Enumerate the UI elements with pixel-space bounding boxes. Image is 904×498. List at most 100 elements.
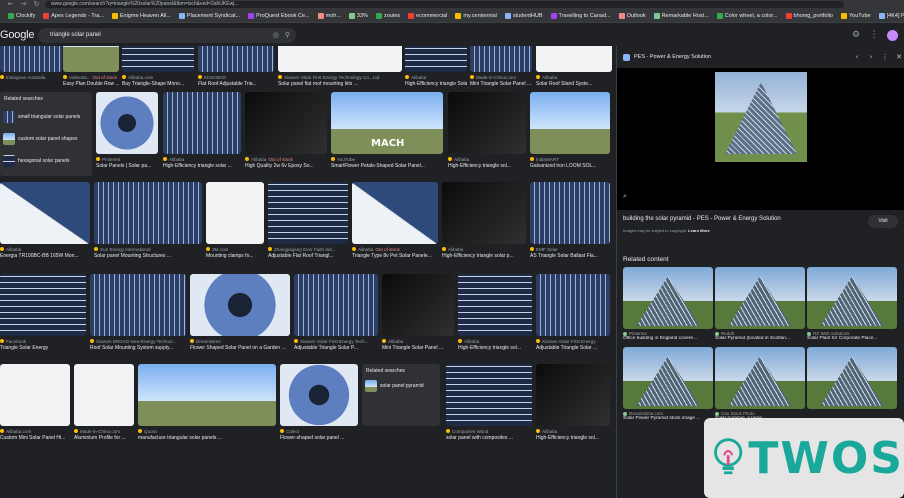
image-result[interactable]: Xiamen Sitair First Energy Technology Co… <box>278 46 402 98</box>
result-thumbnail[interactable] <box>446 364 532 426</box>
bookmark-item[interactable]: ProQuest Ebook Ce... <box>244 12 314 19</box>
image-result[interactable]: Alibaba High-Efficiency triangle solar p.… <box>442 182 526 270</box>
result-source[interactable]: Xiamen Solar First Energy <box>536 337 610 345</box>
panel-site-name[interactable]: PES - Power & Energy Solution <box>634 54 848 60</box>
result-caption[interactable]: Adjustable Triangle Solar P... <box>294 345 378 353</box>
result-thumbnail[interactable] <box>536 274 610 336</box>
result-thumbnail[interactable] <box>268 182 348 244</box>
related-content-item[interactable] <box>807 347 897 409</box>
result-source[interactable]: Pinterest <box>96 155 158 163</box>
image-result[interactable]: Facebook Triangle Solar Energy <box>0 274 86 362</box>
result-source[interactable]: Sun Energy International <box>94 245 202 253</box>
result-source[interactable]: Dreamstime <box>190 337 290 345</box>
result-source[interactable]: Alibaba <box>405 73 467 81</box>
result-source[interactable]: EMF Solar <box>530 245 610 253</box>
image-result[interactable]: Dreamstime Flower Shaped Solar Panel on a… <box>190 274 290 362</box>
result-source[interactable]: Made-in-China.com <box>74 427 134 435</box>
result-caption[interactable]: Triangle Solar Energy <box>0 345 86 353</box>
result-caption[interactable]: Mini Triangle Solar Panel ... <box>470 81 532 89</box>
result-source[interactable]: Zhangjiagang Ever Faith Ind... <box>268 245 348 253</box>
related-content-thumbnail[interactable] <box>715 267 805 329</box>
bookmark-item[interactable]: 33% <box>345 12 372 19</box>
result-source[interactable]: Alibaba <box>458 337 532 345</box>
bookmark-item[interactable]: Remarkable Host... <box>650 12 713 19</box>
bookmark-item[interactable]: Enigme Heaven All... <box>108 12 175 19</box>
result-caption[interactable]: Custom Mini Solar Panel Hi... <box>0 435 70 443</box>
result-source[interactable]: Volteos5... Out of stock <box>63 73 119 81</box>
result-source[interactable]: Colect <box>280 427 358 435</box>
result-caption[interactable]: Solar panel flat roof mounting kits ... <box>278 81 402 89</box>
result-caption[interactable]: Galvanized iron LOOM SOL... <box>530 163 610 171</box>
result-source[interactable]: Alibaba <box>442 245 526 253</box>
image-result[interactable]: Colect Flower-shaped solar panel ... <box>280 364 358 452</box>
result-caption[interactable]: Flower-shaped solar panel ... <box>280 435 358 443</box>
bookmark-item[interactable]: ecommercial <box>404 12 451 19</box>
result-thumbnail[interactable] <box>536 46 612 72</box>
avatar[interactable] <box>887 29 898 41</box>
result-caption[interactable]: Buy Triangle-Shape Mono... <box>122 81 194 89</box>
result-thumbnail[interactable] <box>138 364 276 426</box>
image-result[interactable]: Xiamen ERGAD New Energy Technol... Roof S… <box>90 274 186 362</box>
result-source[interactable]: Alibaba.com <box>122 73 194 81</box>
image-result[interactable]: Companies Wand solar panel with composite… <box>446 364 532 452</box>
related-content-thumbnail[interactable] <box>715 347 805 409</box>
image-result[interactable]: MACH YouTube SmartFlower Petals-Shaped Sol… <box>331 92 443 180</box>
result-caption[interactable]: Aluminium Profile for ... <box>74 435 134 443</box>
result-thumbnail[interactable] <box>0 274 86 336</box>
result-thumbnail[interactable] <box>278 46 402 72</box>
result-caption[interactable]: Adjustable Flat Roof Triangl... <box>268 253 348 261</box>
result-caption[interactable]: High-Efficiency triangle sol... <box>536 435 610 443</box>
image-result[interactable]: Alibaba.com Buy Triangle-Shape Mono... <box>122 46 194 98</box>
image-result[interactable]: Sun Energy International Solar panel Moun… <box>94 182 202 270</box>
result-source[interactable]: Quora <box>138 427 276 435</box>
search-input[interactable]: triangle solar panel <box>50 32 101 38</box>
image-result[interactable]: Pinterest Solar Panels | Solar pa... <box>96 92 158 180</box>
result-source[interactable]: Alibaba <box>0 245 90 253</box>
result-thumbnail[interactable] <box>198 46 274 72</box>
result-thumbnail[interactable] <box>442 182 526 244</box>
result-thumbnail[interactable] <box>96 92 158 154</box>
bookmark-item[interactable]: bhomg_portfolio <box>782 12 837 19</box>
image-result[interactable]: Zhangjiagang Ever Faith Ind... Adjustable… <box>268 182 348 270</box>
result-thumbnail[interactable]: MACH <box>331 92 443 154</box>
image-result[interactable]: Alibaba Energia TR100BC-BB 165W Mon... <box>0 182 90 270</box>
result-source[interactable]: Facebook <box>0 337 86 345</box>
lens-search-icon[interactable]: ⌕ <box>623 192 627 201</box>
result-source[interactable]: Alibaba.com <box>0 427 70 435</box>
result-caption[interactable]: Flower Shaped Solar Panel on a Garden ..… <box>190 345 290 353</box>
result-thumbnail[interactable] <box>74 364 134 426</box>
image-result[interactable]: Alibaba High-Efficiency triangle sol... <box>536 364 610 452</box>
search-icon[interactable]: ⚲ <box>285 31 290 39</box>
close-icon[interactable]: ✕ <box>894 52 904 62</box>
related-content-item[interactable]: Dreamstime.com Solar Power Pyramid stock … <box>623 347 713 421</box>
image-result[interactable]: EMF Solar AS Triangle Solar Ballast Fla..… <box>530 182 610 270</box>
result-source[interactable]: Alibaba <box>382 337 454 345</box>
image-result[interactable]: Made-in-China.com Aluminium Profile for .… <box>74 364 134 452</box>
image-result[interactable]: Alibaba.com Custom Mini Solar Panel Hi... <box>0 364 70 452</box>
result-caption[interactable]: SmartFlower Petals-Shaped Solar Panel... <box>331 163 443 171</box>
result-source[interactable]: Companies Wand <box>446 427 532 435</box>
result-thumbnail[interactable] <box>0 182 90 244</box>
result-thumbnail[interactable] <box>458 274 532 336</box>
result-thumbnail[interactable] <box>0 46 62 72</box>
image-result[interactable]: Xiamen Solar First Energy Adjustable Tria… <box>536 274 610 362</box>
result-thumbnail[interactable] <box>448 92 526 154</box>
back-icon[interactable]: ← <box>6 1 15 8</box>
image-result[interactable]: Xiamen Solar First Energy Tech... Adjusta… <box>294 274 378 362</box>
settings-icon[interactable]: ⚙ <box>851 30 861 40</box>
result-caption[interactable]: High-Efficiency triangle sol... <box>448 163 526 171</box>
bookmark-item[interactable]: Outlook <box>615 12 650 19</box>
image-result[interactable]: IndiaMART Galvanized iron LOOM SOL... <box>530 92 610 180</box>
result-source[interactable]: Alibaba Out of stock <box>352 245 438 253</box>
forward-icon[interactable]: → <box>19 1 28 8</box>
related-content-thumbnail[interactable] <box>807 267 897 329</box>
image-result[interactable]: Alibaba Out of stock High Quality 2w 6v Ep… <box>245 92 327 180</box>
bookmark-item[interactable]: Apex Legends - Tra... <box>39 12 108 19</box>
result-source[interactable]: Instagram Australia <box>0 73 62 81</box>
related-content-thumbnail[interactable] <box>623 347 713 409</box>
image-result[interactable]: Instagram Australia <box>0 46 62 98</box>
bookmark-item[interactable]: Travelling to Canad... <box>547 12 615 19</box>
bookmark-item[interactable]: studentHUB <box>501 12 547 19</box>
image-result[interactable]: Alibaba Mini Triangle Solar Panel ... <box>382 274 454 362</box>
result-caption[interactable]: High-Efficiency triangle sol... <box>458 345 532 353</box>
